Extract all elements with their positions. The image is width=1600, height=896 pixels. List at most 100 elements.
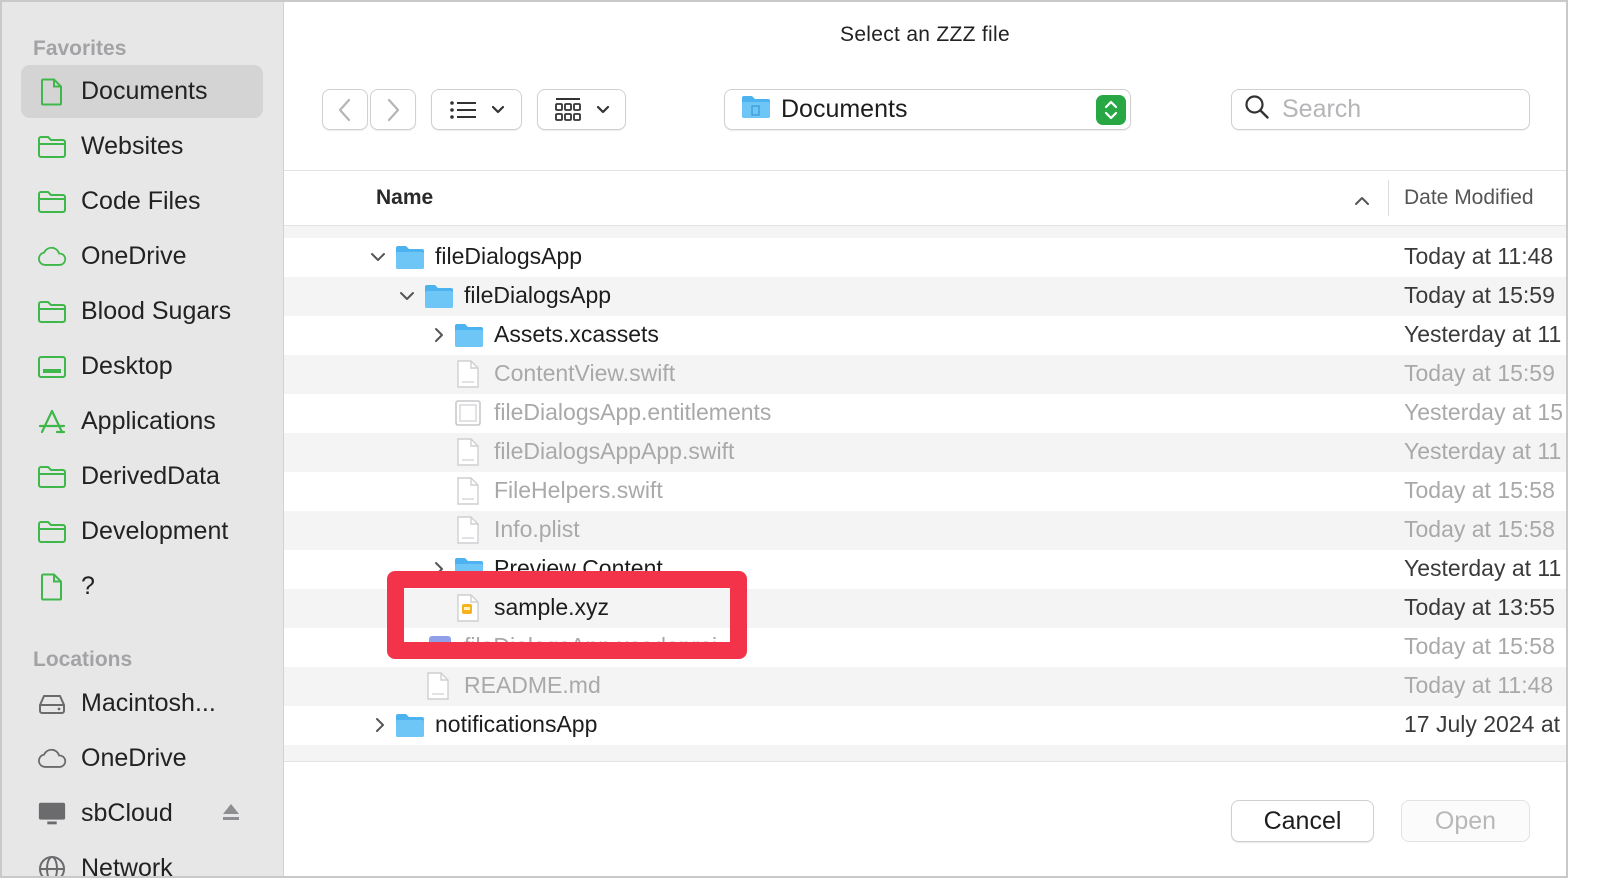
sidebar-item-documents[interactable]: Documents bbox=[21, 65, 263, 118]
sidebar-item-code-files[interactable]: Code Files bbox=[21, 175, 263, 228]
back-button[interactable] bbox=[322, 89, 368, 130]
chevron-right-icon bbox=[386, 98, 400, 122]
chevron-left-icon bbox=[338, 98, 352, 122]
swift-file-icon bbox=[456, 477, 486, 505]
grid-view-button[interactable] bbox=[537, 89, 626, 130]
disclosure-collapsed-icon[interactable] bbox=[372, 717, 388, 733]
sidebar-item-label: Websites bbox=[81, 132, 184, 160]
table-row[interactable]: FileHelpers.swift Today at 15:58 bbox=[284, 472, 1566, 511]
sidebar: Favorites Documents Websites Code Files … bbox=[2, 2, 284, 876]
sidebar-item-label: DerivedData bbox=[81, 462, 220, 490]
file-date: Today at 15:59 bbox=[1404, 282, 1555, 308]
file-name: sample.xyz bbox=[494, 594, 610, 620]
folder-icon bbox=[454, 555, 484, 583]
file-list[interactable]: Name Date Modified fileDialogsApp Today … bbox=[284, 170, 1566, 762]
sidebar-item-network[interactable]: Network bbox=[21, 842, 263, 876]
sidebar-item-onedrive-location[interactable]: OneDrive bbox=[21, 732, 263, 785]
table-row[interactable]: fileDialogsApp.entitlements Yesterday at… bbox=[284, 394, 1566, 433]
favorites-section-label: Favorites bbox=[33, 37, 127, 60]
folder-icon bbox=[424, 282, 454, 310]
file-date: Today at 15:58 bbox=[1404, 633, 1555, 659]
sidebar-item-blood-sugars[interactable]: Blood Sugars bbox=[21, 285, 263, 338]
table-row[interactable]: Info.plist Today at 15:58 bbox=[284, 511, 1566, 550]
document-icon bbox=[37, 572, 67, 602]
file-name: fileDialogsApp.xcodeproj bbox=[464, 633, 718, 659]
sidebar-item-label: Documents bbox=[81, 77, 208, 105]
file-date: Today at 15:58 bbox=[1404, 477, 1555, 503]
sidebar-item-unknown[interactable]: ? bbox=[21, 560, 263, 613]
sidebar-item-label: Desktop bbox=[81, 352, 173, 380]
disclosure-expanded-icon[interactable] bbox=[370, 249, 386, 265]
display-icon bbox=[37, 799, 67, 829]
file-name: README.md bbox=[464, 672, 601, 698]
disclosure-collapsed-icon[interactable] bbox=[431, 561, 447, 577]
folder-icon bbox=[37, 517, 67, 547]
disclosure-expanded-icon[interactable] bbox=[399, 288, 415, 304]
sidebar-item-onedrive[interactable]: OneDrive bbox=[21, 230, 263, 283]
sidebar-item-sbcloud[interactable]: sbCloud bbox=[21, 787, 263, 840]
sidebar-item-websites[interactable]: Websites bbox=[21, 120, 263, 173]
location-popup[interactable]: Documents bbox=[724, 89, 1131, 130]
forward-button[interactable] bbox=[370, 89, 416, 130]
table-row[interactable]: fileDialogsAppApp.swift Yesterday at 11 bbox=[284, 433, 1566, 472]
cancel-button[interactable]: Cancel bbox=[1231, 800, 1374, 842]
table-row[interactable]: ContentView.swift Today at 15:59 bbox=[284, 355, 1566, 394]
eject-icon[interactable] bbox=[221, 802, 241, 827]
sidebar-item-deriveddata[interactable]: DerivedData bbox=[21, 450, 263, 503]
applications-icon bbox=[37, 407, 67, 437]
sidebar-item-label: OneDrive bbox=[81, 744, 187, 772]
list-header: Name Date Modified bbox=[284, 171, 1566, 226]
search-input[interactable] bbox=[1282, 95, 1512, 124]
file-name: fileDialogsApp bbox=[464, 282, 612, 308]
file-name: FileHelpers.swift bbox=[494, 477, 663, 503]
column-header-date-modified[interactable]: Date Modified bbox=[1404, 186, 1534, 210]
folder-icon bbox=[37, 187, 67, 217]
table-row[interactable]: fileDialogsApp.xcodeproj Today at 15:58 bbox=[284, 628, 1566, 667]
xcodeproj-file-icon bbox=[426, 633, 456, 661]
disclosure-collapsed-icon[interactable] bbox=[431, 327, 447, 343]
globe-icon bbox=[37, 854, 67, 876]
dialog-title: Select an ZZZ file bbox=[840, 23, 1010, 46]
sidebar-item-applications[interactable]: Applications bbox=[21, 395, 263, 448]
swift-file-icon bbox=[456, 438, 486, 466]
file-date: Today at 15:59 bbox=[1404, 360, 1555, 386]
entitlements-file-icon bbox=[454, 399, 484, 427]
folder-icon bbox=[37, 297, 67, 327]
swift-file-icon bbox=[456, 360, 486, 388]
sidebar-item-label: OneDrive bbox=[81, 242, 187, 270]
search-field[interactable] bbox=[1231, 89, 1530, 130]
open-button[interactable]: Open bbox=[1401, 800, 1530, 842]
sidebar-item-macintosh-hd[interactable]: Macintosh... bbox=[21, 677, 263, 730]
document-icon bbox=[37, 77, 67, 107]
up-down-chevron-icon bbox=[1096, 95, 1126, 125]
search-icon bbox=[1244, 94, 1270, 125]
list-view-button[interactable] bbox=[431, 89, 522, 130]
grid-view-icon bbox=[554, 97, 582, 123]
folder-icon bbox=[37, 132, 67, 162]
file-date: Today at 11:48 bbox=[1404, 672, 1554, 698]
sidebar-item-label: Network bbox=[81, 854, 173, 876]
file-name: notificationsApp bbox=[435, 711, 598, 737]
folder-icon bbox=[395, 243, 425, 271]
table-row-sample-xyz[interactable]: sample.xyz Today at 13:55 bbox=[284, 589, 1566, 628]
table-row[interactable]: README.md Today at 11:48 bbox=[284, 667, 1566, 706]
folder-icon bbox=[454, 321, 484, 349]
locations-section-label: Locations bbox=[33, 648, 133, 671]
chevron-down-icon bbox=[596, 105, 610, 115]
folder-icon bbox=[741, 94, 771, 125]
column-header-name[interactable]: Name bbox=[376, 186, 433, 210]
column-divider[interactable] bbox=[1388, 180, 1389, 216]
table-row[interactable]: notificationsApp 17 July 2024 at bbox=[284, 706, 1566, 745]
table-row[interactable]: fileDialogsApp Today at 11:48 bbox=[284, 238, 1566, 277]
sidebar-item-desktop[interactable]: Desktop bbox=[21, 340, 263, 393]
table-row[interactable]: Preview Content Yesterday at 11 bbox=[284, 550, 1566, 589]
sidebar-item-label: Development bbox=[81, 517, 229, 545]
sidebar-item-label: Macintosh... bbox=[81, 689, 216, 717]
sidebar-item-development[interactable]: Development bbox=[21, 505, 263, 558]
table-row[interactable]: Assets.xcassets Yesterday at 11 bbox=[284, 316, 1566, 355]
table-row[interactable]: fileDialogsApp Today at 15:59 bbox=[284, 277, 1566, 316]
cloud-icon bbox=[37, 744, 67, 774]
sort-ascending-icon bbox=[1354, 193, 1370, 211]
folder-icon bbox=[395, 711, 425, 739]
file-name: Info.plist bbox=[494, 516, 580, 542]
